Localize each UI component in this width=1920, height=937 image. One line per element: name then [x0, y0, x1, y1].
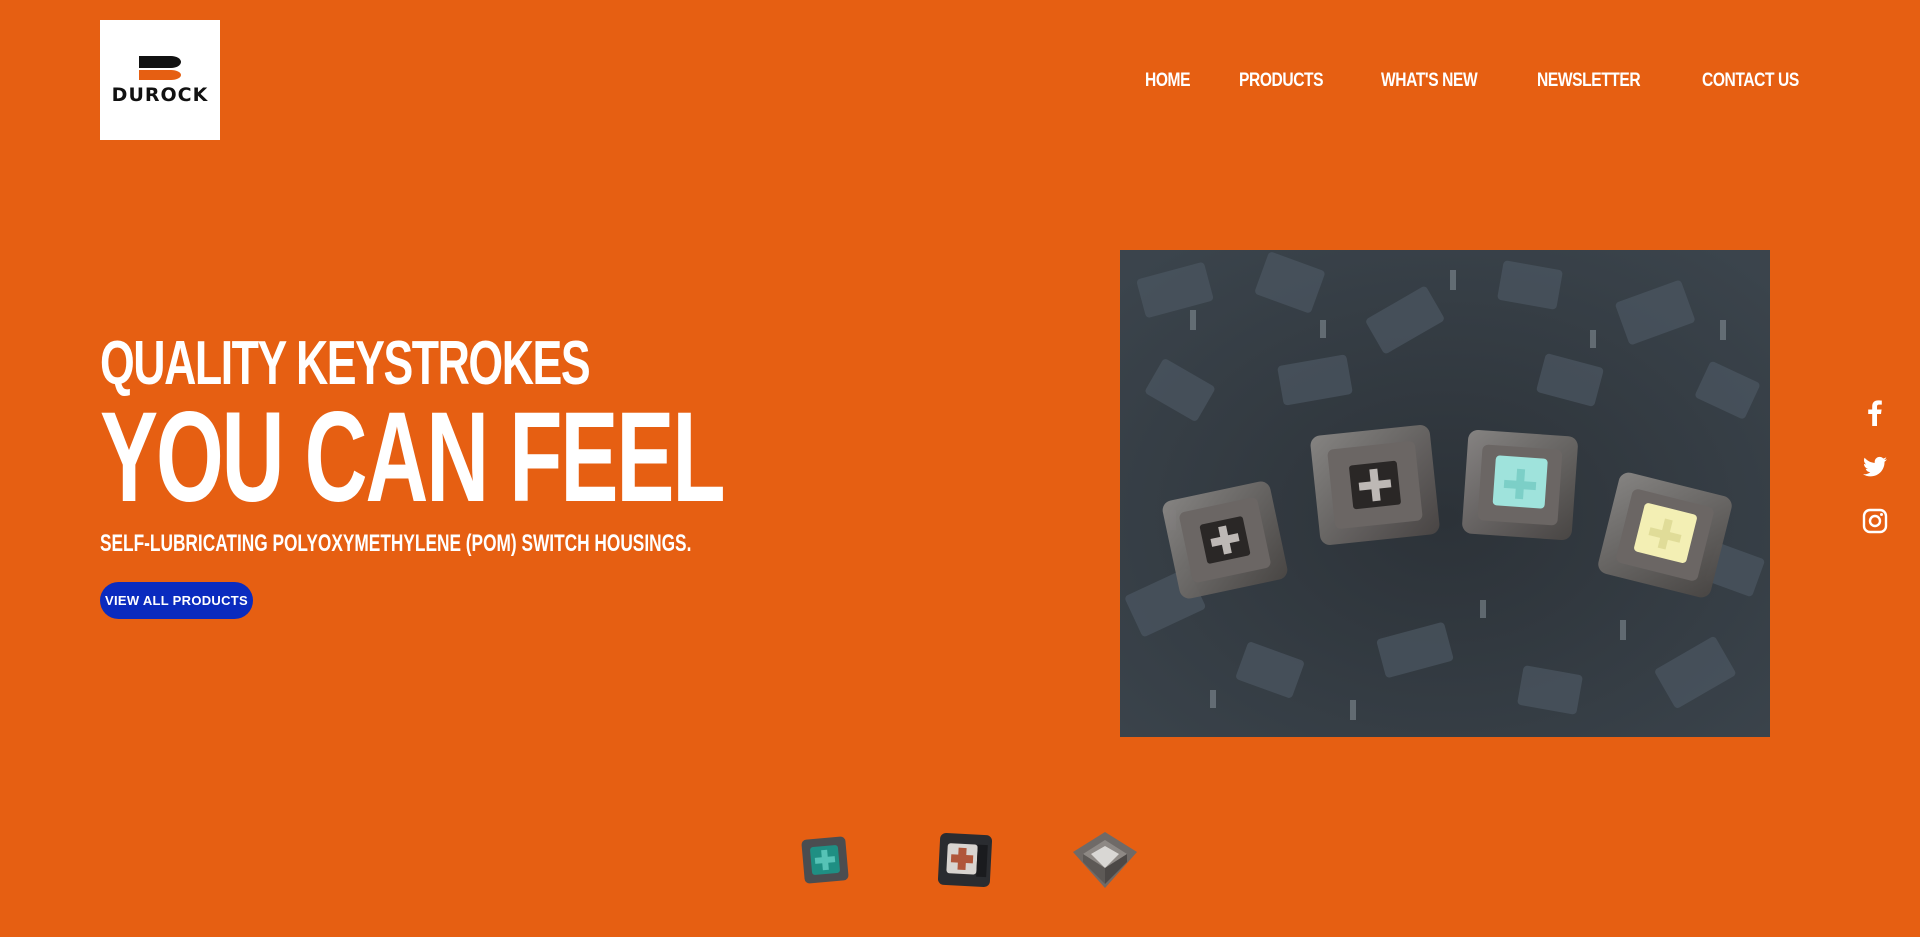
switch-smoke-thumbnail[interactable] — [1065, 820, 1145, 900]
brand-name: DUROCK — [111, 84, 209, 106]
keyboard-switches-photo — [1120, 250, 1770, 737]
social-links — [1860, 398, 1890, 536]
nav-item-products[interactable]: PRODUCTS — [1239, 70, 1324, 92]
brand-logo[interactable]: DUROCK — [100, 20, 220, 140]
nav-item-newsletter[interactable]: NEWSLETTER — [1537, 70, 1641, 92]
view-all-products-button[interactable]: VIEW ALL PRODUCTS — [100, 582, 253, 619]
nav-item-whats-new[interactable]: WHAT'S NEW — [1381, 70, 1478, 92]
main-nav: HOME PRODUCTS WHAT'S NEW NEWSLETTER CONT… — [1145, 70, 1820, 92]
hero-image — [1120, 250, 1770, 737]
product-thumbnails — [785, 820, 1145, 900]
hero-description: SELF-LUBRICATING POLYOXYMETHYLENE (POM) … — [100, 530, 692, 557]
switch-dark-thumbnail[interactable] — [925, 820, 1005, 900]
instagram-icon[interactable] — [1860, 506, 1890, 536]
switch-teal-thumbnail[interactable] — [785, 820, 865, 900]
nav-item-contact-us[interactable]: CONTACT US — [1702, 70, 1799, 92]
hero-title: YOU CAN FEEL — [100, 386, 726, 529]
durock-logo-mark — [139, 56, 181, 80]
facebook-icon[interactable] — [1860, 398, 1890, 428]
twitter-icon[interactable] — [1860, 452, 1890, 482]
nav-item-home[interactable]: HOME — [1145, 70, 1191, 92]
